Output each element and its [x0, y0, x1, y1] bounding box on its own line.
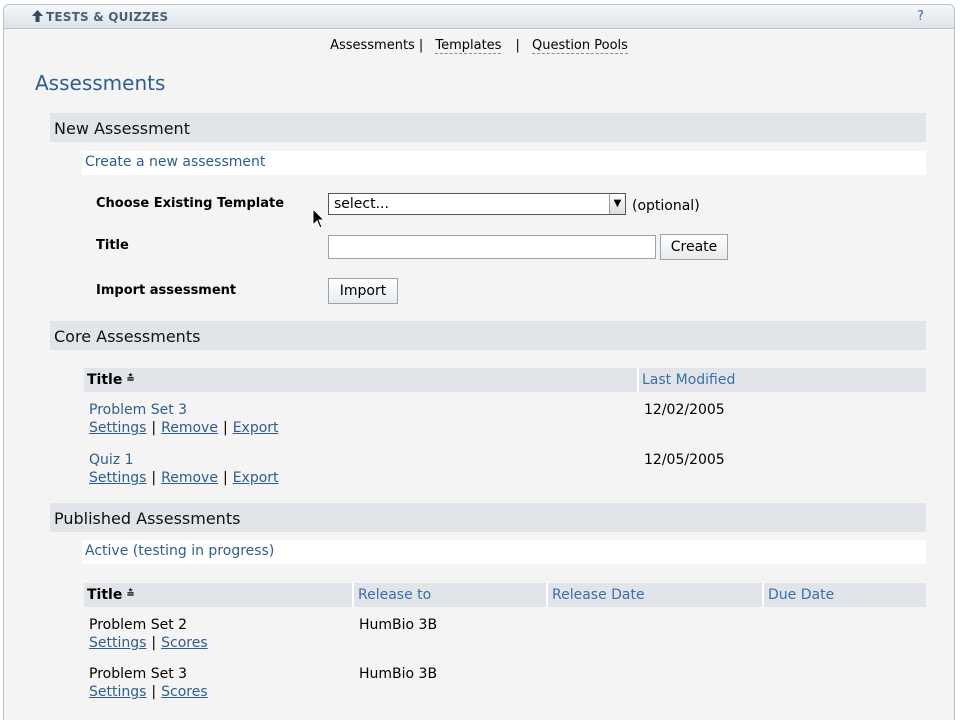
published-row-release-to: HumBio 3B: [359, 666, 438, 682]
core-col-last-modified[interactable]: Last Modified: [642, 372, 735, 388]
page-title: Assessments: [35, 71, 166, 95]
import-label: Import assessment: [96, 283, 237, 298]
remove-link[interactable]: Remove: [161, 470, 218, 486]
title-label: Title: [96, 238, 129, 253]
action-separator: |: [151, 684, 157, 700]
column-divider: [762, 583, 764, 607]
core-col-title-label: Title: [87, 372, 123, 388]
tool-frame: TESTS & QUIZZES ? Assessments | Templates…: [3, 4, 955, 720]
published-row-release-to: HumBio 3B: [359, 617, 438, 633]
settings-link[interactable]: Settings: [89, 684, 146, 700]
tool-nav: Assessments | Templates | Question Pools: [4, 30, 954, 60]
action-separator: |: [151, 470, 157, 486]
core-row-title[interactable]: Problem Set 3: [89, 402, 187, 418]
template-select-value: select...: [334, 196, 389, 212]
core-row-last-modified: 12/05/2005: [644, 452, 725, 468]
published-row-title: Problem Set 2: [89, 617, 188, 633]
tool-title-text: TESTS & QUIZZES: [46, 10, 169, 24]
published-row-actions: Settings | Scores: [89, 684, 208, 700]
published-col-release-date[interactable]: Release Date: [552, 587, 645, 603]
column-divider: [546, 583, 548, 607]
published-col-due-date[interactable]: Due Date: [768, 587, 834, 603]
core-assessments-header: Core Assessments: [50, 321, 926, 350]
published-assessments-header: Published Assessments: [50, 503, 926, 532]
published-subheader: Active (testing in progress): [82, 540, 926, 564]
published-col-release-to[interactable]: Release to: [358, 587, 431, 603]
settings-link[interactable]: Settings: [89, 420, 146, 436]
new-assessment-subheader: Create a new assessment: [82, 151, 926, 175]
published-row-title: Problem Set 3: [89, 666, 188, 682]
core-row-actions: Settings | Remove | Export: [89, 470, 279, 486]
action-separator: |: [151, 635, 157, 651]
settings-link[interactable]: Settings: [89, 470, 146, 486]
help-link[interactable]: ?: [917, 9, 924, 24]
sort-icon: ≛: [126, 589, 135, 600]
action-separator: |: [222, 420, 228, 436]
core-row-actions: Settings | Remove | Export: [89, 420, 279, 436]
published-col-title[interactable]: Title ≛: [87, 587, 135, 603]
core-row-last-modified: 12/02/2005: [644, 402, 725, 418]
template-select[interactable]: select... ▼: [328, 193, 626, 215]
action-separator: |: [151, 420, 157, 436]
settings-link[interactable]: Settings: [89, 635, 146, 651]
action-separator: |: [222, 470, 228, 486]
published-row-actions: Settings | Scores: [89, 635, 208, 651]
sort-icon: ≛: [126, 374, 135, 385]
up-arrow-icon: [32, 10, 43, 22]
nav-question-pools[interactable]: Question Pools: [531, 38, 628, 54]
mouse-cursor-icon: [312, 208, 326, 229]
new-assessment-header: New Assessment: [50, 113, 926, 142]
tool-title[interactable]: TESTS & QUIZZES: [32, 10, 168, 24]
import-button[interactable]: Import: [328, 278, 398, 304]
tool-titlebar: TESTS & QUIZZES ?: [4, 5, 954, 29]
nav-templates[interactable]: Templates: [435, 38, 502, 54]
export-link[interactable]: Export: [233, 470, 279, 486]
template-label: Choose Existing Template: [96, 196, 285, 211]
export-link[interactable]: Export: [233, 420, 279, 436]
scores-link[interactable]: Scores: [161, 684, 208, 700]
published-table-header: Title ≛ Release to Release Date Due Date: [84, 583, 926, 607]
title-input[interactable]: [328, 235, 656, 259]
column-divider: [637, 368, 639, 392]
optional-note: (optional): [632, 198, 700, 214]
nav-separator: |: [418, 38, 424, 53]
scores-link[interactable]: Scores: [161, 635, 208, 651]
create-button[interactable]: Create: [660, 234, 728, 260]
core-col-title[interactable]: Title ≛: [87, 372, 135, 388]
column-divider: [352, 583, 354, 607]
chevron-down-icon[interactable]: ▼: [609, 194, 625, 214]
core-row-title[interactable]: Quiz 1: [89, 452, 134, 468]
published-col-title-label: Title: [87, 587, 123, 603]
nav-assessments[interactable]: Assessments: [330, 38, 415, 53]
nav-separator: |: [515, 38, 520, 53]
core-table-header: Title ≛ Last Modified: [84, 368, 926, 392]
remove-link[interactable]: Remove: [161, 420, 218, 436]
